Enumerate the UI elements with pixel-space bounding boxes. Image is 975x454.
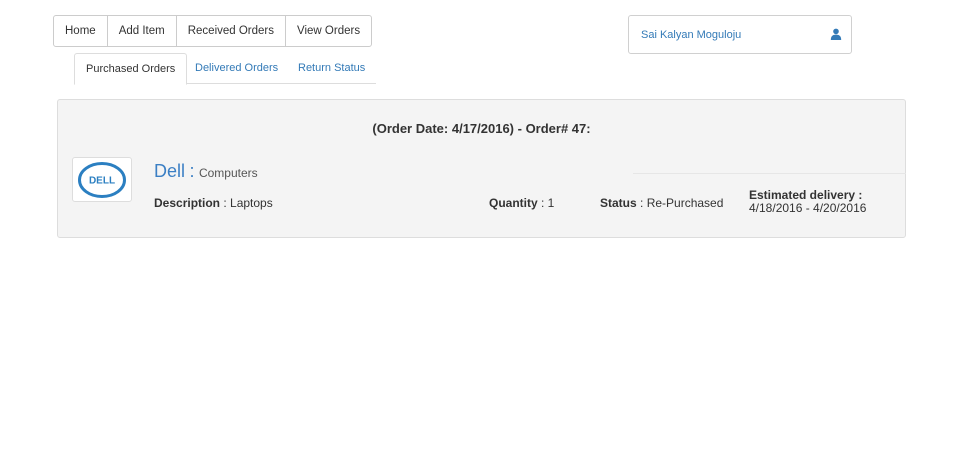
nav-view-orders-button[interactable]: View Orders [286,16,371,46]
top-nav-group: Home Add Item Received Orders View Order… [53,15,373,47]
delivery-label: Estimated delivery : [749,188,863,202]
user-menu[interactable]: Sai Kalyan Moguloju [628,15,852,54]
quantity-label: Quantity [489,196,538,210]
status-label: Status [600,196,637,210]
svg-text:DELL: DELL [89,176,115,187]
tab-delivered-orders[interactable]: Delivered Orders [195,53,278,84]
divider [633,173,906,174]
description-label: Description [154,196,221,210]
brand-name: Dell [154,161,186,181]
product-image: DELL [72,157,132,202]
nav-received-orders-button[interactable]: Received Orders [177,16,287,46]
product-title: Dell : Computers [154,161,258,182]
user-icon [830,28,842,40]
order-tabs: Purchased Orders Delivered Orders Return… [74,53,376,85]
delivery-value: 4/18/2016 - 4/20/2016 [749,201,867,215]
tab-return-status[interactable]: Return Status [298,53,365,84]
quantity-field: Quantity : 1 [489,196,554,210]
description-value: : Laptops [223,196,273,210]
description-field: Description : Laptops [154,196,273,210]
nav-add-item-button[interactable]: Add Item [108,16,177,46]
product-category: Computers [198,166,258,180]
tab-purchased-orders[interactable]: Purchased Orders [74,53,188,85]
order-panel: (Order Date: 4/17/2016) - Order# 47: DEL… [57,99,906,238]
status-field: Status : Re-Purchased [600,196,723,210]
quantity-value: : 1 [541,196,555,210]
brand-separator: : [189,161,195,181]
order-header: (Order Date: 4/17/2016) - Order# 47: [372,121,591,136]
delivery-field: Estimated delivery : 4/18/2016 - 4/20/20… [749,189,866,215]
user-name: Sai Kalyan Moguloju [641,29,742,41]
dell-logo: DELL [78,162,126,198]
status-value: : Re-Purchased [640,196,724,210]
nav-home-button[interactable]: Home [54,16,108,46]
